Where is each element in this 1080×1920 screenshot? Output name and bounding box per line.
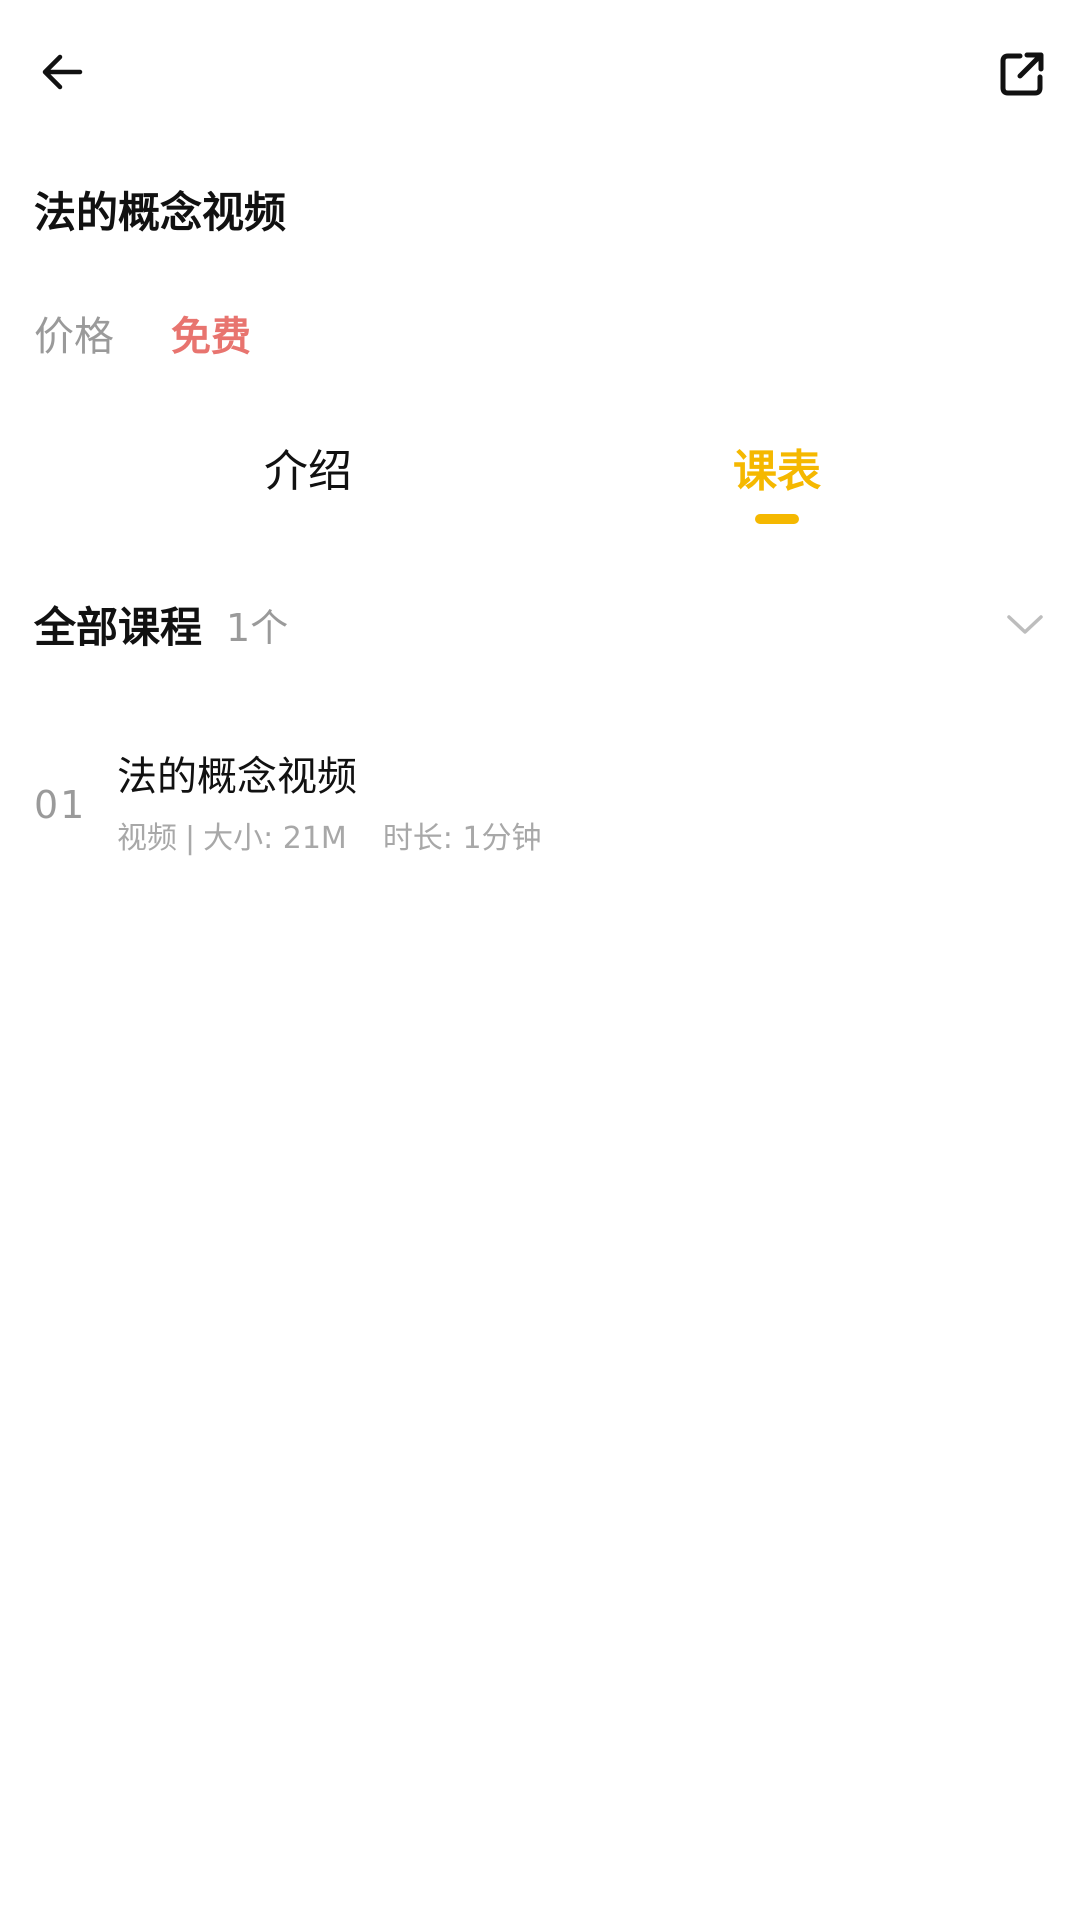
lesson-size: 大小: 21M xyxy=(203,821,347,856)
expand-button[interactable] xyxy=(1000,600,1050,650)
course-title: 法的概念视频 xyxy=(34,188,287,237)
top-bar xyxy=(0,0,1080,150)
arrow-left-icon xyxy=(42,54,83,90)
meta-separator: | xyxy=(185,821,196,856)
chevron-down-icon xyxy=(1007,615,1043,634)
section-count: 1个 xyxy=(226,605,289,650)
lesson-index: 01 xyxy=(34,783,87,827)
section-title: 全部课程 xyxy=(34,602,203,652)
price-row: 价格 免费 xyxy=(34,303,251,363)
back-button[interactable] xyxy=(30,40,94,104)
tab-bar: 介绍 课表 xyxy=(0,430,1080,540)
lesson-meta: 视频 | 大小: 21M 时长: 1分钟 xyxy=(117,817,542,861)
course-list-header[interactable]: 全部课程 1个 xyxy=(34,594,1050,654)
tab-label: 介绍 xyxy=(264,446,352,497)
share-button[interactable] xyxy=(992,44,1052,104)
lesson-item[interactable]: 01 法的概念视频 视频 | 大小: 21M 时长: 1分钟 xyxy=(0,735,1080,875)
external-link-icon xyxy=(1000,52,1044,96)
active-tab-indicator xyxy=(755,514,799,524)
tab-intro[interactable]: 介绍 xyxy=(158,430,458,540)
tab-label: 课表 xyxy=(733,446,821,497)
lesson-duration: 时长: 1分钟 xyxy=(382,821,542,856)
lesson-title: 法的概念视频 xyxy=(117,754,357,800)
price-label: 价格 xyxy=(34,314,114,360)
tab-schedule[interactable]: 课表 xyxy=(627,430,927,540)
lesson-type: 视频 xyxy=(117,821,177,856)
price-value: 免费 xyxy=(171,314,251,360)
